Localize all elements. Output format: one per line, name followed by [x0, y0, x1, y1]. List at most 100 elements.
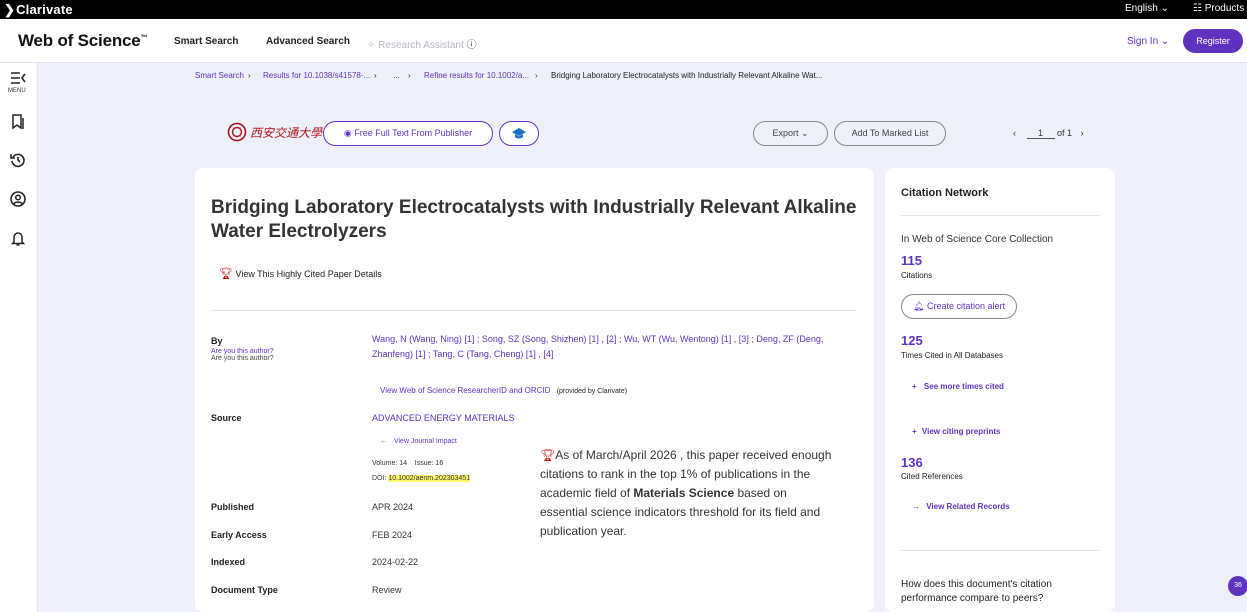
- web-of-science-logo[interactable]: Web of Science™: [18, 31, 148, 51]
- are-you-author-label: Are you this author?: [211, 348, 274, 355]
- products-label: Products: [1204, 3, 1245, 14]
- hc-note-line-4: essential science indicators threshold f…: [540, 505, 821, 519]
- hc-note-line-3c: based on: [734, 486, 787, 500]
- highly-cited-label: View This Highly Cited Paper Details: [235, 269, 382, 279]
- compare-peers-line-2: performance compare to peers?: [901, 593, 1044, 604]
- published-value: APR 2024: [372, 502, 414, 512]
- plus-icon: +: [912, 427, 917, 436]
- indexed-label: Indexed: [211, 557, 246, 567]
- are-you-author-label-shadow: Are you this author?: [211, 355, 274, 362]
- free-full-text-label: Free Full Text From Publisher: [354, 128, 473, 138]
- breadcrumb-separator-icon: ›: [408, 71, 411, 80]
- clarivate-mark-icon: ❯: [4, 2, 16, 17]
- top-bar: ❯Clarivate English ⌄ ☷ Products: [0, 0, 1247, 19]
- history-icon[interactable]: [9, 151, 27, 169]
- breadcrumb-results[interactable]: Results for 10.1038/s41578-...: [263, 71, 370, 80]
- menu-label: MENU: [8, 88, 26, 94]
- products-menu[interactable]: ☷ Products: [1193, 3, 1244, 14]
- cited-references-count[interactable]: 136: [901, 455, 923, 470]
- menu-icon[interactable]: [9, 69, 27, 87]
- document-type-label: Document Type: [211, 585, 278, 595]
- source-journal-link[interactable]: ADVANCED ENERGY MATERIALS: [372, 413, 515, 423]
- left-rail: MENU: [0, 63, 38, 612]
- radio-target-icon: ◉: [343, 128, 352, 138]
- chevron-down-icon: ⌄: [1160, 3, 1169, 14]
- clarivate-logo[interactable]: ❯Clarivate: [4, 2, 73, 18]
- academic-cap-button[interactable]: [499, 121, 539, 146]
- chevron-down-icon: ⌄: [800, 128, 809, 138]
- sign-in-menu[interactable]: Sign In ⌄: [1127, 36, 1169, 47]
- doi-value[interactable]: 10.1002/aenm.202303451: [388, 475, 471, 482]
- breadcrumb-smart-search[interactable]: Smart Search: [195, 71, 244, 80]
- indexed-value: 2024-02-22: [372, 557, 419, 567]
- breadcrumb-separator-icon: ›: [374, 71, 377, 80]
- language-selector[interactable]: English ⌄: [1125, 3, 1169, 14]
- view-related-records-link[interactable]: → View Related Records: [912, 502, 1010, 511]
- are-you-author-link[interactable]: Are you this author? Are you this author…: [211, 348, 274, 362]
- info-icon: ⓘ: [466, 40, 477, 51]
- view-citing-preprints-link[interactable]: + View citing preprints: [912, 427, 1000, 436]
- register-button[interactable]: Register: [1183, 29, 1243, 53]
- marked-list-icon[interactable]: [9, 113, 27, 131]
- next-page-icon[interactable]: ›: [1081, 128, 1084, 138]
- doi-label: DOI:: [372, 475, 387, 482]
- profile-icon[interactable]: [9, 190, 27, 208]
- doi-row: DOI: 10.1002/aenm.202303451: [372, 475, 471, 482]
- nav-research-assistant-label: Research Assistant: [378, 40, 464, 51]
- hc-note-line-2: citations to rank in the top 1% of publi…: [540, 467, 811, 481]
- early-access-label: Early Access: [211, 530, 267, 540]
- journal-impact-link[interactable]: ← View Journal Impact: [380, 438, 457, 445]
- provided-by-label: (provided by Clarivate): [556, 388, 628, 395]
- sign-in-label: Sign In: [1127, 36, 1159, 47]
- trophy-icon: 🏆︎: [219, 268, 233, 280]
- researcher-id-link[interactable]: View Web of Science ResearcherID and ORC…: [380, 386, 550, 395]
- prev-page-icon[interactable]: ‹: [1013, 128, 1016, 138]
- university-seal-icon: [227, 122, 247, 142]
- chat-notification-badge[interactable]: 36: [1228, 576, 1247, 596]
- pagination: ‹ 1 of 1 ›: [1013, 128, 1084, 139]
- document-type-value: Review: [372, 585, 402, 595]
- arrow-left-icon: ←: [380, 438, 387, 445]
- main-header: Web of Science™ Smart Search Advanced Se…: [0, 19, 1247, 63]
- see-more-times-cited-link[interactable]: + See more times cited: [912, 382, 1004, 391]
- authors-line-1[interactable]: Wang, N (Wang, Ning) [1] ; Song, SZ (Son…: [372, 334, 823, 344]
- times-cited-all-count[interactable]: 125: [901, 333, 923, 348]
- highly-cited-link[interactable]: 🏆︎ View This Highly Cited Paper Details: [219, 267, 382, 280]
- page-number-input[interactable]: 1: [1026, 128, 1055, 139]
- nav-research-assistant[interactable]: ✧ Research Assistant ⓘ: [367, 36, 477, 51]
- breadcrumb-current: Bridging Laboratory Electrocatalysts wit…: [551, 71, 823, 80]
- compare-peers-line-1: How does this document's citation: [901, 579, 1052, 590]
- arrow-right-icon: →: [912, 502, 920, 511]
- breadcrumb-refine-results[interactable]: Refine results for 10.1002/a...: [424, 71, 529, 80]
- hc-note-line-1: As of March/April 2026 , this paper rece…: [555, 448, 832, 462]
- free-full-text-button[interactable]: ◉ Free Full Text From Publisher: [323, 121, 493, 146]
- citation-network-title: Citation Network: [901, 187, 989, 199]
- record-title: Bridging Laboratory Electrocatalysts wit…: [211, 197, 857, 242]
- view-citing-preprints-label: View citing preprints: [921, 427, 1001, 436]
- chevron-down-icon: ⌄: [1160, 36, 1170, 47]
- clarivate-brand-text: Clarivate: [16, 2, 73, 17]
- bell-icon[interactable]: [9, 229, 27, 247]
- citations-label: Citations: [901, 271, 933, 280]
- authors-line-2[interactable]: Zhanfeng) [1] ; Tang, C (Tang, Cheng) [1…: [372, 349, 553, 359]
- breadcrumb-ellipsis[interactable]: ...: [393, 71, 400, 80]
- graduation-cap-icon: [512, 128, 526, 139]
- by-label: By: [211, 336, 223, 346]
- nav-smart-search[interactable]: Smart Search: [174, 36, 238, 47]
- times-cited-all-label: Times Cited in All Databases: [901, 351, 1003, 360]
- view-related-records-label: View Related Records: [926, 502, 1010, 511]
- core-collection-label: In Web of Science Core Collection: [901, 234, 1054, 245]
- export-button[interactable]: Export ⌄: [753, 121, 828, 146]
- divider: [211, 310, 857, 311]
- citations-count[interactable]: 115: [901, 253, 922, 268]
- plus-icon: +: [912, 382, 917, 391]
- hc-note-line-3a: academic field of: [540, 486, 634, 500]
- add-to-marked-list-button[interactable]: Add To Marked List: [834, 121, 946, 146]
- published-label: Published: [211, 502, 255, 512]
- highly-cited-note: 🏆︎As of March/April 2026 , this paper re…: [540, 446, 860, 541]
- page-of-label: of 1: [1057, 128, 1073, 138]
- divider: [901, 215, 1100, 216]
- source-label: Source: [211, 413, 242, 423]
- nav-advanced-search[interactable]: Advanced Search: [266, 36, 350, 47]
- create-citation-alert-button[interactable]: 🔔︎ Create citation alert: [901, 294, 1017, 319]
